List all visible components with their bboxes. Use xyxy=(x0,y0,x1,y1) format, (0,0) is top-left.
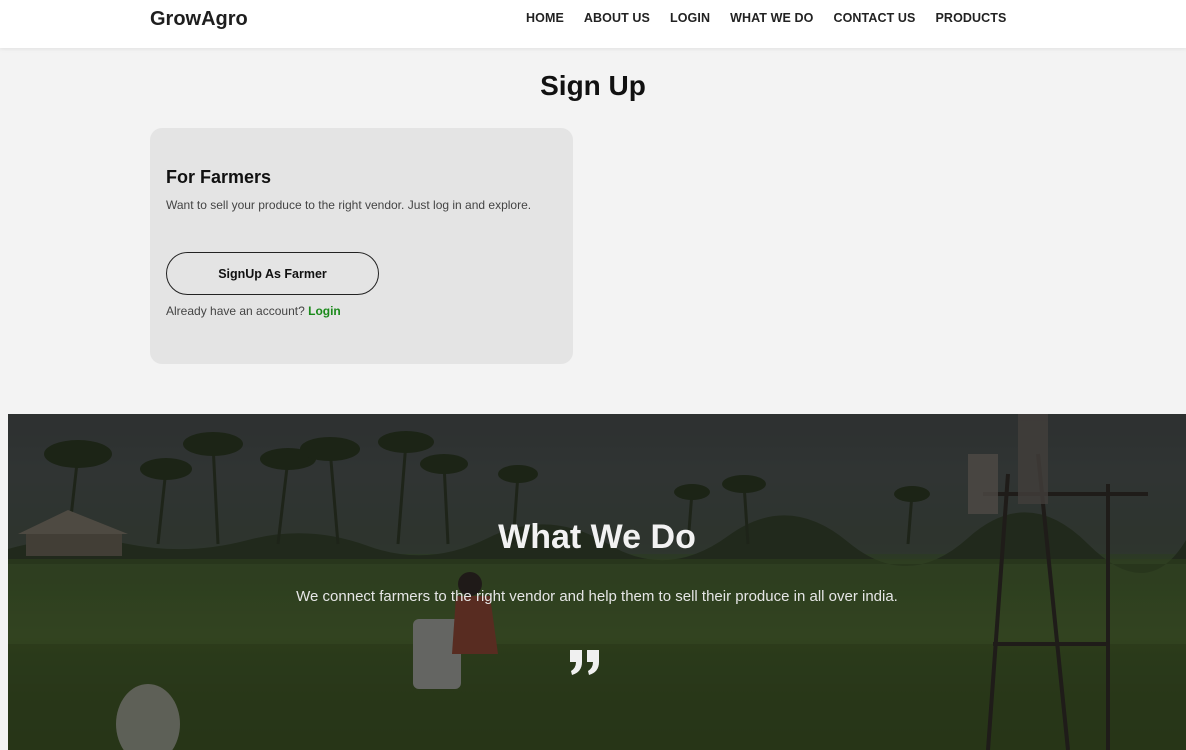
signup-title: Sign Up xyxy=(540,70,646,101)
nav-link-about-us[interactable]: ABOUT US xyxy=(584,11,650,25)
nav-link-products[interactable]: PRODUCTS xyxy=(936,11,1007,25)
quote-icon xyxy=(570,650,599,675)
card-description: Want to sell your produce to the right v… xyxy=(166,198,532,212)
nav-link-home[interactable]: HOME xyxy=(526,11,564,25)
hero-dark-overlay xyxy=(8,414,1186,750)
account-prompt: Already have an account? Login xyxy=(166,304,341,318)
nav-link-contact-us[interactable]: CONTACT US xyxy=(833,11,915,25)
nav-links: HOME ABOUT US LOGIN WHAT WE DO CONTACT U… xyxy=(526,11,1026,25)
signup-as-farmer-button[interactable]: SignUp As Farmer xyxy=(166,252,379,295)
navbar: GrowAgro HOME ABOUT US LOGIN WHAT WE DO … xyxy=(0,0,1186,48)
what-we-do-title: What We Do xyxy=(498,518,696,556)
nav-link-login[interactable]: LOGIN xyxy=(670,11,710,25)
farmer-signup-card: For Farmers Want to sell your produce to… xyxy=(150,128,573,364)
login-link[interactable]: Login xyxy=(308,304,341,318)
card-title: For Farmers xyxy=(166,167,272,187)
account-prompt-text: Already have an account? xyxy=(166,304,305,318)
nav-link-what-we-do[interactable]: WHAT WE DO xyxy=(730,11,813,25)
brand-logo[interactable]: GrowAgro xyxy=(150,8,248,31)
what-we-do-text: We connect farmers to the right vendor a… xyxy=(296,588,898,605)
what-we-do-hero: What We Do We connect farmers to the rig… xyxy=(8,414,1186,750)
